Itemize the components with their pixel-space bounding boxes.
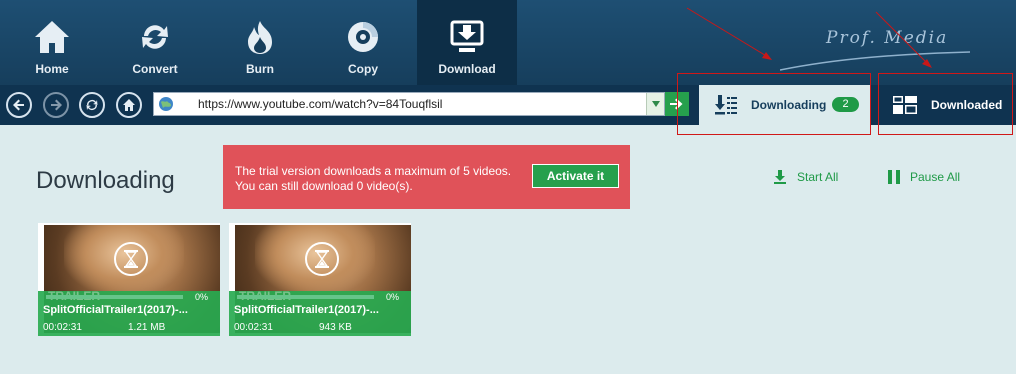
pause-icon (888, 170, 900, 184)
progress-percent: 0% (386, 292, 400, 302)
start-all-icon (774, 170, 786, 184)
item-info-overlay: TRAILER 0% SplitOfficialTrailer1(2017)-.… (38, 289, 220, 336)
progress-bar (237, 295, 374, 299)
activate-button[interactable]: Activate it (532, 164, 619, 188)
video-duration: 00:02:31 (43, 322, 82, 333)
trial-notice: The trial version downloads a maximum of… (223, 145, 630, 209)
start-all-label: Start All (797, 170, 839, 184)
page-title: Downloading (36, 167, 175, 194)
download-item[interactable]: TRAILER 0% SplitOfficialTrailer1(2017)-.… (38, 223, 220, 336)
annotation-arrows (686, 7, 932, 68)
trial-message: The trial version downloads a maximum of… (235, 164, 512, 193)
video-size: 1.21 MB (128, 322, 166, 333)
pause-all-button[interactable]: Pause All (888, 170, 960, 184)
hourglass-icon (305, 242, 339, 276)
video-title: SplitOfficialTrailer1(2017)-... (43, 304, 188, 316)
video-title: SplitOfficialTrailer1(2017)-... (234, 304, 379, 316)
video-size: 943 KB (319, 322, 352, 333)
progress-percent: 0% (195, 292, 209, 302)
hourglass-icon (114, 242, 148, 276)
start-all-button[interactable]: Start All (773, 170, 838, 184)
video-duration: 00:02:31 (234, 322, 273, 333)
pause-all-label: Pause All (910, 170, 961, 184)
progress-bar (46, 295, 183, 299)
item-info-overlay: TRAILER 0% SplitOfficialTrailer1(2017)-.… (229, 289, 411, 336)
download-item[interactable]: TRAILER 0% SplitOfficialTrailer1(2017)-.… (229, 223, 411, 336)
